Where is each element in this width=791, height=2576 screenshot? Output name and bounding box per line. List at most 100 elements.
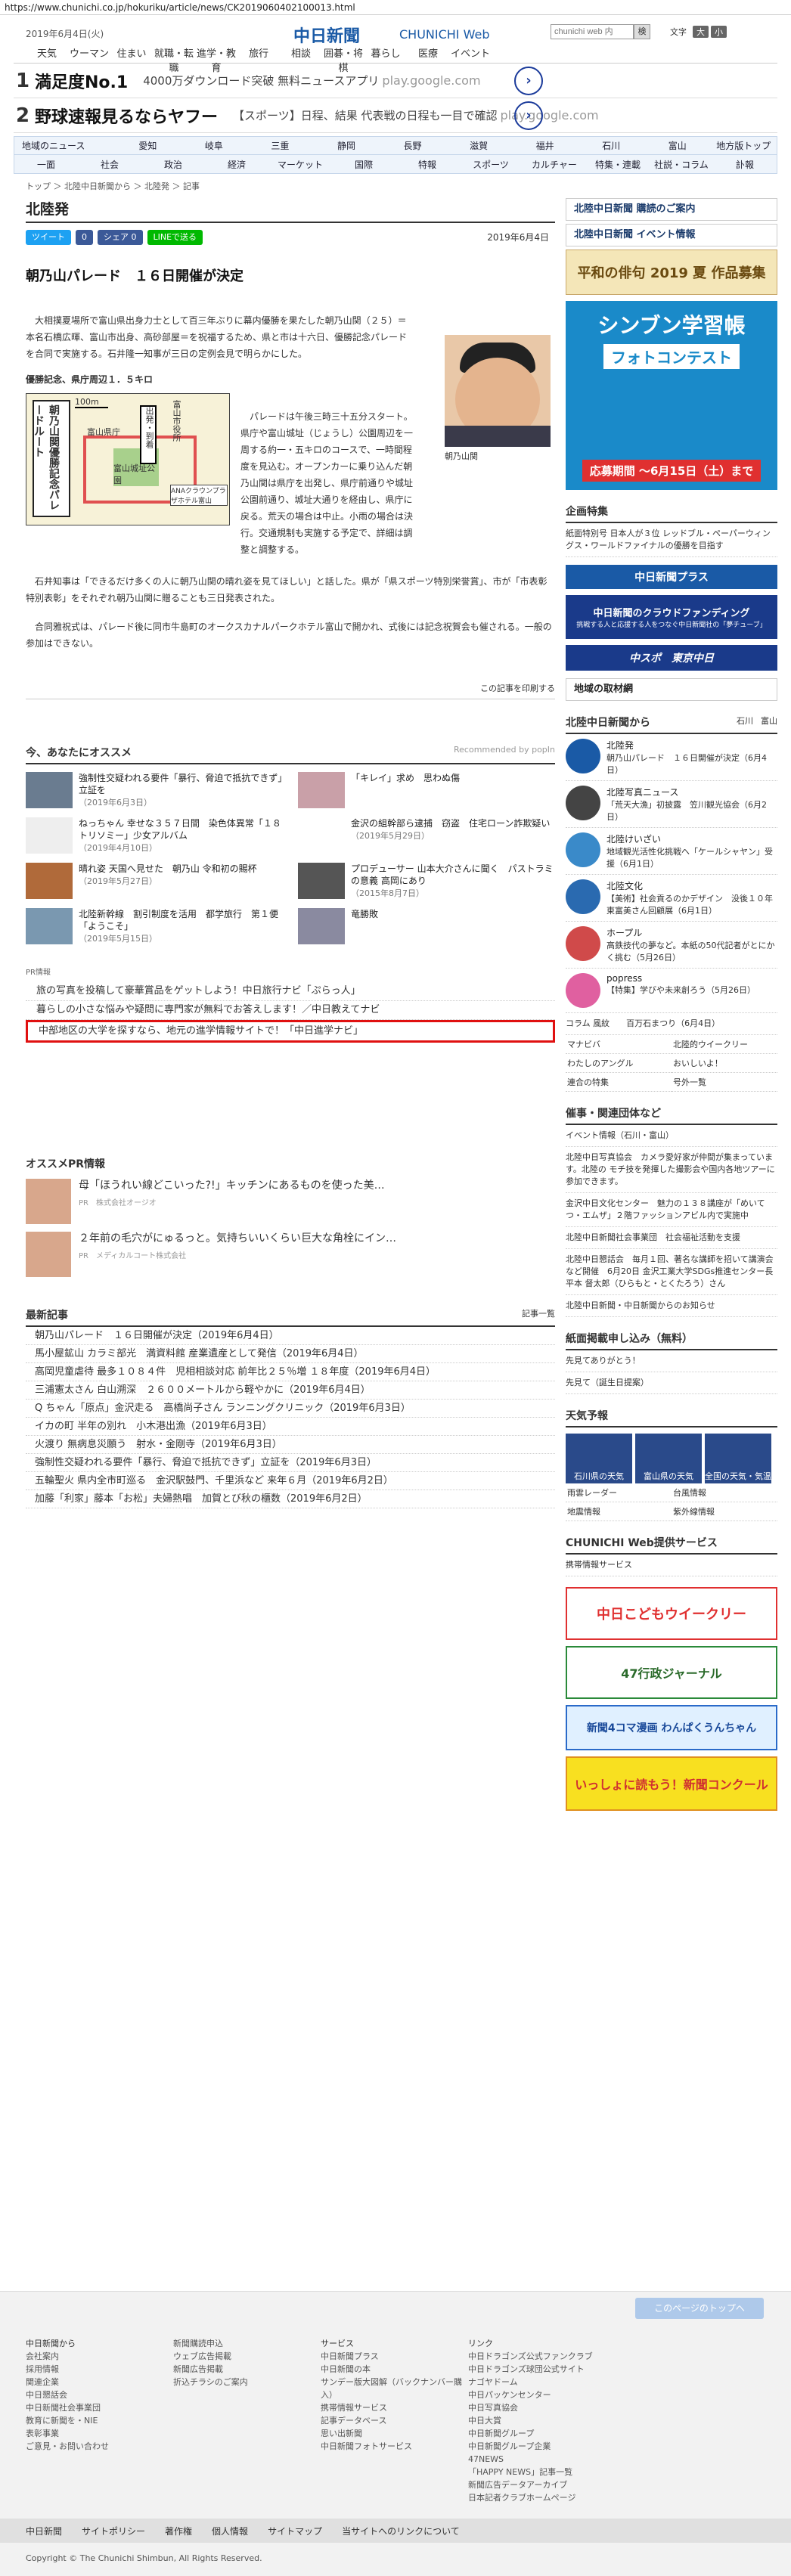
- kigyo-text[interactable]: 紙面特別号 日本人が３位 レッドブル・ペーパーウィングス・ワールドファイナルの優…: [566, 523, 777, 557]
- region-nav-item[interactable]: 静岡: [313, 139, 380, 152]
- region-nav-item[interactable]: 社説・コラム: [650, 158, 713, 171]
- osusume-title[interactable]: 母「ほうれい線どこいった?!」キッチンにあるものを使った美…: [79, 1179, 385, 1193]
- footer-link[interactable]: 記事データベース: [321, 2414, 468, 2427]
- breadcrumb[interactable]: トップ ＞ 北陸中日新聞から ＞ 北陸発 ＞ 記事: [14, 174, 777, 198]
- tweet-button[interactable]: ツイート: [26, 230, 71, 245]
- region-nav-item[interactable]: 福井: [512, 139, 579, 152]
- region-nav-item[interactable]: 地域のニュース: [14, 139, 115, 152]
- latest-item[interactable]: Q ちゃん「原点」金沢走る 高橋尚子さん ランニングクリニック（2019年6月3…: [26, 1400, 555, 1418]
- recommend-by[interactable]: Recommended by popIn: [454, 745, 555, 760]
- crowd-banner[interactable]: 中日新聞のクラウドファンディング 挑戦する人と応援する人をつなぐ中日新聞社の「夢チ…: [566, 595, 777, 639]
- shimen-link-1[interactable]: 先見てありがとう！: [566, 1350, 777, 1372]
- footer-link[interactable]: 中日新聞グループ: [468, 2427, 616, 2440]
- footer-bar-link[interactable]: 個人情報: [212, 2525, 248, 2537]
- footer-link[interactable]: 新聞購読申込: [173, 2337, 321, 2350]
- footer-bar-link[interactable]: サイトマップ: [268, 2525, 322, 2537]
- footer-link[interactable]: サンデー版大図解（バックナンバー購入）: [321, 2376, 468, 2401]
- weather-link[interactable]: 紫外線情報: [672, 1502, 777, 1521]
- chevron-right-icon[interactable]: ›: [514, 101, 543, 130]
- osusume-item[interactable]: 母「ほうれい線どこいった?!」キッチンにあるものを使った美… PR 株式会社オージ…: [26, 1179, 555, 1224]
- latest-item[interactable]: 五輪聖火 県内全市町巡る 金沢駅鼓門、千里浜など 来年６月（2019年6月2日）: [26, 1472, 555, 1490]
- recommend-item[interactable]: 晴れ姿 天国へ見せた 朝乃山 令和初の賜杯 （2019年5月27日）: [26, 863, 283, 901]
- column-link[interactable]: コラム 風紋 百万石まつり（6月4日）: [566, 1013, 777, 1035]
- region-nav-item[interactable]: 経済: [205, 158, 268, 171]
- weather-link[interactable]: 地震情報: [566, 1502, 672, 1521]
- recommend-title[interactable]: 竜勝敗: [351, 908, 378, 920]
- footer-link[interactable]: 新聞広告データアーカイブ: [468, 2478, 616, 2491]
- recommend-title[interactable]: 強制性交疑われる要件「暴行、脅迫で抵抗できず」立証を: [79, 772, 283, 796]
- footer-bar-link[interactable]: 当サイトへのリンクについて: [342, 2525, 460, 2537]
- region-nav-item[interactable]: 特集・連載: [586, 158, 650, 171]
- event-item[interactable]: 北陸中日新聞・中日新聞からのお知らせ: [566, 1295, 777, 1317]
- manga-banner[interactable]: 新聞4コマ漫画 わんぱくうんちゃん: [566, 1705, 777, 1750]
- recommend-title[interactable]: 「キレイ」求め 思わぬ傷: [351, 772, 460, 784]
- latest-item[interactable]: 馬小屋鉱山 カラミ部光 満資料館 産業遺産として発信（2019年6月4日）: [26, 1345, 555, 1363]
- region-nav-item[interactable]: カルチャー: [523, 158, 586, 171]
- event-item[interactable]: 北陸中日懇話会 毎月１回、著名な講師を招いて講演会など開催 6月20日 金沢工業…: [566, 1249, 777, 1295]
- print-link[interactable]: この記事を印刷する: [26, 682, 555, 699]
- from-item[interactable]: 北陸発 朝乃山パレード １６日開催が決定（6月4日）: [566, 734, 777, 781]
- region-nav-item[interactable]: 地方版トップ: [710, 139, 777, 152]
- region-nav-item[interactable]: 岐阜: [181, 139, 247, 152]
- chunispo-banner[interactable]: 中スポ 東京中日: [566, 645, 777, 671]
- page-top-button[interactable]: このページのトップへ: [635, 2298, 764, 2319]
- weather-national[interactable]: 全国の天気・気温: [705, 1434, 771, 1483]
- side-link[interactable]: おいしいよ！: [672, 1054, 777, 1073]
- footer-link[interactable]: 新聞広告掲載: [173, 2363, 321, 2376]
- contest-banner[interactable]: シンブン学習帳 フォトコンテスト 応募期間 ～6月15日（土）まで: [566, 301, 777, 490]
- side-link[interactable]: マナビバ: [566, 1035, 672, 1054]
- recommend-item[interactable]: ねっちゃん 幸せな３５７日間 染色体異常「１８トリソミー」少女アルバム （2019…: [26, 817, 283, 855]
- footer-bar-link[interactable]: 著作権: [165, 2525, 192, 2537]
- side-link[interactable]: 号外一覧: [672, 1073, 777, 1092]
- latest-item[interactable]: 加藤「利家」藤本「お松」夫婦熱唱 加賀とび秋の櫃数（2019年6月2日）: [26, 1490, 555, 1508]
- search-input[interactable]: [551, 24, 634, 39]
- footer-link[interactable]: 中日新聞プラス: [321, 2350, 468, 2363]
- region-nav-item[interactable]: 政治: [141, 158, 205, 171]
- plus-banner[interactable]: 中日新聞プラス: [566, 565, 777, 589]
- from-item[interactable]: 北陸写真ニュース 「荒天大漁」初披露 笠川観光協会（6月2日）: [566, 781, 777, 828]
- weather-toyama[interactable]: 富山県の天気: [635, 1434, 702, 1483]
- latest-item[interactable]: 高岡児童虐待 最多１０８４件 児相相談対応 前年比２５％増 １８年度（2019年…: [26, 1363, 555, 1381]
- recommend-title[interactable]: プロデューサー 山本大介さんに聞く パストラミの意義 高岡にあり: [351, 863, 555, 887]
- footer-link[interactable]: 表彰事業: [26, 2427, 173, 2440]
- region-nav-item[interactable]: 一面: [14, 158, 78, 171]
- footer-link[interactable]: 日本記者クラブホームページ: [468, 2491, 616, 2504]
- latest-item[interactable]: 三浦憲太さん 白山溯深 ２６００メートルから軽やかに（2019年6月4日）: [26, 1381, 555, 1400]
- from-item[interactable]: ホープル 高鉄技代の夢など。本紙の50代記者がとにかく挑む（5月26日）: [566, 922, 777, 969]
- footer-link[interactable]: 会社案内: [26, 2350, 173, 2363]
- recommend-title[interactable]: 金沢の組幹部ら逮捕 窃盗 住宅ローン詐欺疑い: [351, 817, 550, 829]
- region-nav-item[interactable]: 石川: [578, 139, 644, 152]
- ad-row[interactable]: 1 満足度No.1 4000万ダウンロード突破 無料ニュースアプリ play.goog…: [14, 64, 777, 98]
- footer-link[interactable]: 携帯情報サービス: [321, 2401, 468, 2414]
- footer-link[interactable]: 中日新聞社会事業団: [26, 2401, 173, 2414]
- from-item-body[interactable]: 「荒天大漁」初披露 笠川観光協会（6月2日）: [606, 800, 767, 822]
- weather-ishikawa[interactable]: 石川県の天気: [566, 1434, 632, 1483]
- region-nav-item[interactable]: 愛知: [115, 139, 181, 152]
- gyosei-banner[interactable]: 47行政ジャーナル: [566, 1646, 777, 1699]
- recommend-item[interactable]: 金沢の組幹部ら逮捕 窃盗 住宅ローン詐欺疑い （2019年5月29日）: [298, 817, 555, 855]
- event-item[interactable]: 金沢中日文化センター 魅力の１３８講座が「めいてつ・エムザ」２階ファッションアビ…: [566, 1193, 777, 1227]
- site-logo-sub[interactable]: CHUNICHI Web: [399, 27, 490, 42]
- from-item-body[interactable]: 高鉄技代の夢など。本紙の50代記者がとにかく挑む（5月26日）: [606, 941, 774, 963]
- kodomo-banner[interactable]: 中日こどもウイークリー: [566, 1587, 777, 1640]
- share-button[interactable]: シェア 0: [98, 230, 143, 245]
- footer-link[interactable]: ウェブ広告掲載: [173, 2350, 321, 2363]
- service-link[interactable]: 携帯情報サービス: [566, 1555, 777, 1576]
- line-button[interactable]: LINEで送る: [147, 230, 203, 245]
- from-item[interactable]: 北陸文化 【美術】社会貢るのかデザイン 没後１０年 東富美さん回顧展（6月1日）: [566, 875, 777, 922]
- region-nav-item[interactable]: 国際: [332, 158, 395, 171]
- footer-link[interactable]: 中日新聞の本: [321, 2363, 468, 2376]
- chevron-right-icon[interactable]: ›: [514, 66, 543, 95]
- recommend-item[interactable]: プロデューサー 山本大介さんに聞く パストラミの意義 高岡にあり （2015年8月…: [298, 863, 555, 901]
- weather-link[interactable]: 雨雲レーダー: [566, 1483, 672, 1502]
- from-item-body[interactable]: 【特集】学びや未来創ろう（5月26日）: [606, 985, 755, 995]
- pr-link-2[interactable]: 暮らしの小さな悩みや疑問に専門家が無料でお答えします！／中日教えてナビ: [26, 1001, 555, 1020]
- region-nav-item[interactable]: 特報: [395, 158, 459, 171]
- footer-link[interactable]: 中日懇話会: [26, 2388, 173, 2401]
- ad-row[interactable]: 2 野球速報見るならヤフー 【スポーツ】日程、結果 代表戦の日程も一目で確認 play…: [14, 98, 777, 133]
- footer-link[interactable]: 47NEWS: [468, 2453, 616, 2466]
- region-nav-item[interactable]: マーケット: [268, 158, 332, 171]
- shimen-link-2[interactable]: 先見て（誕生日提案）: [566, 1372, 777, 1394]
- recommend-item[interactable]: 「キレイ」求め 思わぬ傷: [298, 772, 555, 810]
- footer-link[interactable]: 中日写真協会: [468, 2401, 616, 2414]
